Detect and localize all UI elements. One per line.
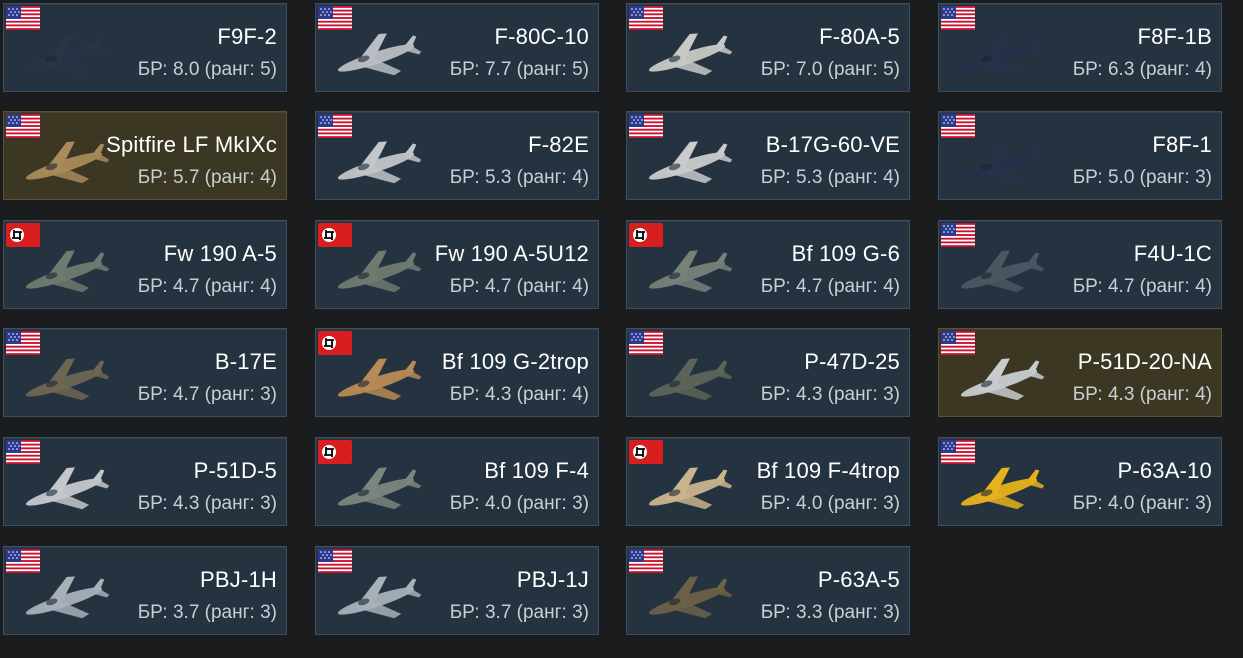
vehicle-name: B-17E xyxy=(214,349,277,374)
vehicle-name: Bf 109 G-6 xyxy=(791,241,900,266)
vehicle-card[interactable]: Fw 190 A-5 БР: 4.7 (ранг: 4) xyxy=(3,220,287,309)
vehicle-name: F4U-1C xyxy=(1133,241,1212,266)
usa-flag-icon xyxy=(629,6,663,30)
battle-rating: БР: 7.7 (ранг: 5) xyxy=(449,59,589,80)
vehicle-name: P-51D-5 xyxy=(193,458,277,483)
germany-flag-icon xyxy=(629,223,663,247)
battle-rating: БР: 4.7 (ранг: 4) xyxy=(449,276,589,297)
vehicle-card[interactable]: P-63A-10 БР: 4.0 (ранг: 3) xyxy=(938,437,1222,526)
vehicle-card[interactable]: F8F-1 БР: 5.0 (ранг: 3) xyxy=(938,111,1222,200)
vehicle-name: PBJ-1J xyxy=(516,567,589,592)
vehicle-name: P-51D-20-NA xyxy=(1077,349,1212,374)
vehicle-name: F-80A-5 xyxy=(819,24,900,49)
vehicle-name: P-63A-5 xyxy=(817,567,900,592)
battle-rating: БР: 4.7 (ранг: 3) xyxy=(137,384,277,405)
battle-rating: БР: 4.0 (ранг: 3) xyxy=(449,493,589,514)
vehicle-card[interactable]: P-51D-5 БР: 4.3 (ранг: 3) xyxy=(3,437,287,526)
battle-rating: БР: 4.7 (ранг: 4) xyxy=(760,276,900,297)
germany-flag-icon xyxy=(318,331,352,355)
vehicle-card[interactable]: Bf 109 F-4trop БР: 4.0 (ранг: 3) xyxy=(626,437,910,526)
vehicle-name: F9F-2 xyxy=(217,24,277,49)
usa-flag-icon xyxy=(941,6,975,30)
usa-flag-icon xyxy=(941,223,975,247)
vehicle-name: Bf 109 F-4trop xyxy=(756,458,900,483)
usa-flag-icon xyxy=(6,114,40,138)
vehicle-card[interactable]: P-47D-25 БР: 4.3 (ранг: 3) xyxy=(626,328,910,417)
vehicle-card[interactable]: Bf 109 G-2trop БР: 4.3 (ранг: 4) xyxy=(315,328,599,417)
germany-flag-icon xyxy=(6,223,40,247)
vehicle-card[interactable]: F9F-2 БР: 8.0 (ранг: 5) xyxy=(3,3,287,92)
vehicle-name: Bf 109 F-4 xyxy=(484,458,589,483)
battle-rating: БР: 3.7 (ранг: 3) xyxy=(449,602,589,623)
battle-rating: БР: 5.3 (ранг: 4) xyxy=(449,167,589,188)
vehicle-name: F-82E xyxy=(528,132,589,157)
battle-rating: БР: 4.0 (ранг: 3) xyxy=(760,493,900,514)
usa-flag-icon xyxy=(6,6,40,30)
usa-flag-icon xyxy=(6,331,40,355)
usa-flag-icon xyxy=(629,331,663,355)
battle-rating: БР: 4.3 (ранг: 3) xyxy=(760,384,900,405)
battle-rating: БР: 5.0 (ранг: 3) xyxy=(1072,167,1212,188)
battle-rating: БР: 3.3 (ранг: 3) xyxy=(760,602,900,623)
battle-rating: БР: 4.3 (ранг: 4) xyxy=(449,384,589,405)
vehicle-card[interactable]: F-80A-5 БР: 7.0 (ранг: 5) xyxy=(626,3,910,92)
vehicle-name: Fw 190 A-5 xyxy=(163,241,277,266)
usa-flag-icon xyxy=(318,114,352,138)
vehicle-card[interactable]: B-17E БР: 4.7 (ранг: 3) xyxy=(3,328,287,417)
vehicle-name: F8F-1B xyxy=(1137,24,1212,49)
vehicle-name: F-80C-10 xyxy=(494,24,589,49)
usa-flag-icon xyxy=(6,549,40,573)
vehicle-name: P-63A-10 xyxy=(1117,458,1212,483)
vehicle-card[interactable]: Spitfire LF MkIXc БР: 5.7 (ранг: 4) xyxy=(3,111,287,200)
germany-flag-icon xyxy=(629,440,663,464)
vehicle-name: F8F-1 xyxy=(1152,132,1212,157)
usa-flag-icon xyxy=(629,114,663,138)
germany-flag-icon xyxy=(318,223,352,247)
battle-rating: БР: 4.3 (ранг: 4) xyxy=(1072,384,1212,405)
vehicle-card[interactable]: PBJ-1J БР: 3.7 (ранг: 3) xyxy=(315,546,599,635)
vehicle-card[interactable]: Bf 109 F-4 БР: 4.0 (ранг: 3) xyxy=(315,437,599,526)
vehicle-card[interactable]: B-17G-60-VE БР: 5.3 (ранг: 4) xyxy=(626,111,910,200)
battle-rating: БР: 4.3 (ранг: 3) xyxy=(137,493,277,514)
vehicle-card[interactable]: Bf 109 G-6 БР: 4.7 (ранг: 4) xyxy=(626,220,910,309)
vehicle-card[interactable]: P-51D-20-NA БР: 4.3 (ранг: 4) xyxy=(938,328,1222,417)
vehicle-name: PBJ-1H xyxy=(200,567,277,592)
vehicle-name: P-47D-25 xyxy=(804,349,900,374)
battle-rating: БР: 5.7 (ранг: 4) xyxy=(137,167,277,188)
battle-rating: БР: 8.0 (ранг: 5) xyxy=(137,59,277,80)
vehicle-card[interactable]: F-82E БР: 5.3 (ранг: 4) xyxy=(315,111,599,200)
vehicle-card[interactable]: F4U-1C БР: 4.7 (ранг: 4) xyxy=(938,220,1222,309)
usa-flag-icon xyxy=(941,440,975,464)
battle-rating: БР: 7.0 (ранг: 5) xyxy=(760,59,900,80)
vehicle-card[interactable]: P-63A-5 БР: 3.3 (ранг: 3) xyxy=(626,546,910,635)
usa-flag-icon xyxy=(6,440,40,464)
germany-flag-icon xyxy=(318,440,352,464)
battle-rating: БР: 4.7 (ранг: 4) xyxy=(1072,276,1212,297)
vehicle-card[interactable]: Fw 190 A-5U12 БР: 4.7 (ранг: 4) xyxy=(315,220,599,309)
usa-flag-icon xyxy=(318,549,352,573)
battle-rating: БР: 4.0 (ранг: 3) xyxy=(1072,493,1212,514)
vehicle-card[interactable]: F8F-1B БР: 6.3 (ранг: 4) xyxy=(938,3,1222,92)
vehicle-card[interactable]: PBJ-1H БР: 3.7 (ранг: 3) xyxy=(3,546,287,635)
usa-flag-icon xyxy=(941,331,975,355)
vehicle-name: Fw 190 A-5U12 xyxy=(434,241,589,266)
usa-flag-icon xyxy=(318,6,352,30)
usa-flag-icon xyxy=(941,114,975,138)
vehicle-card[interactable]: F-80C-10 БР: 7.7 (ранг: 5) xyxy=(315,3,599,92)
vehicle-name: Bf 109 G-2trop xyxy=(441,349,589,374)
battle-rating: БР: 6.3 (ранг: 4) xyxy=(1072,59,1212,80)
vehicle-name: B-17G-60-VE xyxy=(765,132,900,157)
battle-rating: БР: 5.3 (ранг: 4) xyxy=(760,167,900,188)
vehicle-grid: F9F-2 БР: 8.0 (ранг: 5) F-80C-10 БР: 7.7 (… xyxy=(0,0,1243,658)
vehicle-name: Spitfire LF MkIXc xyxy=(106,132,277,157)
battle-rating: БР: 4.7 (ранг: 4) xyxy=(137,276,277,297)
battle-rating: БР: 3.7 (ранг: 3) xyxy=(137,602,277,623)
usa-flag-icon xyxy=(629,549,663,573)
